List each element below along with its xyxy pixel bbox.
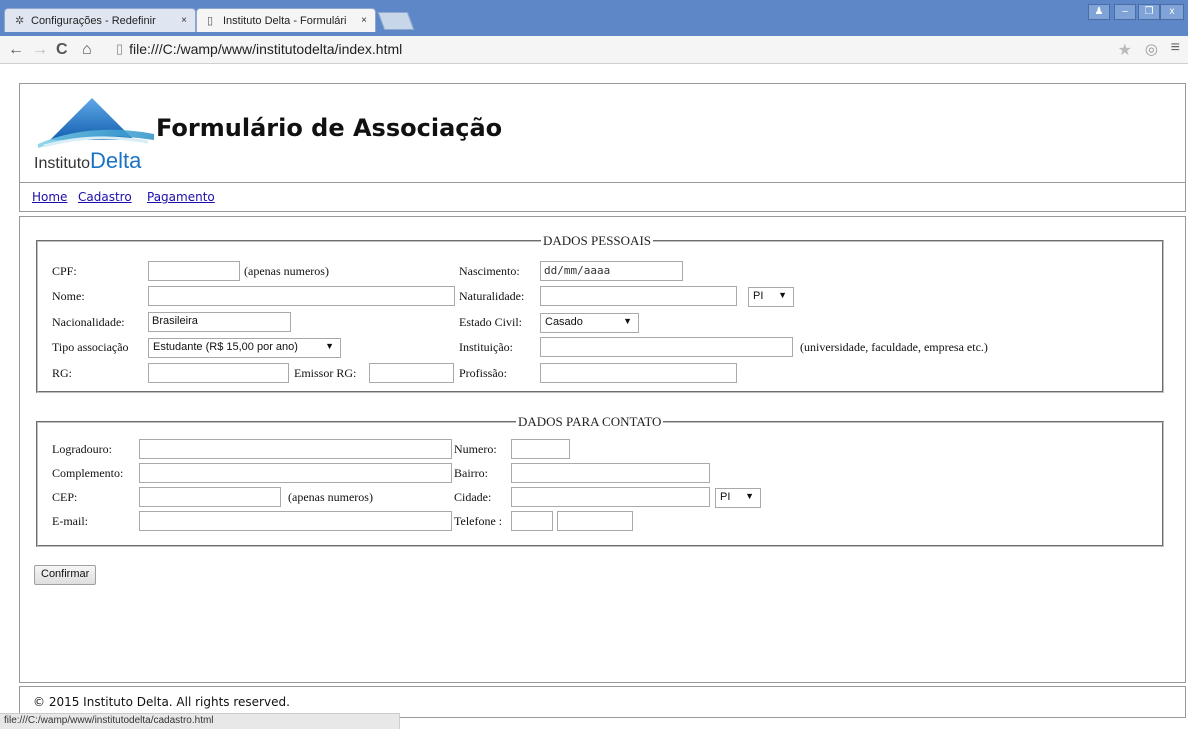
star-icon[interactable]: ★ <box>1118 40 1132 60</box>
email-input[interactable] <box>139 511 452 531</box>
page-title: Formulário de Associação <box>156 114 503 142</box>
chevron-down-icon: ▼ <box>745 491 754 501</box>
profissao-label: Profissão: <box>459 366 507 380</box>
forward-icon[interactable]: → <box>32 40 48 60</box>
complemento-label: Complemento: <box>52 466 124 480</box>
fieldset-dados-pessoais: DADOS PESSOAIS CPF: (apenas numeros) Nas… <box>36 233 1164 393</box>
nav-link-home[interactable]: Home <box>32 190 67 204</box>
estado-civil-label: Estado Civil: <box>459 315 522 329</box>
rg-label: RG: <box>52 366 73 380</box>
user-icon[interactable]: ♟ <box>1088 4 1110 20</box>
chevron-down-icon: ▼ <box>325 341 334 351</box>
chevron-down-icon: ▼ <box>778 290 787 300</box>
cep-input[interactable] <box>139 487 281 507</box>
logo: InstitutoDelta <box>30 92 160 173</box>
status-bar-url: file:///C:/wamp/www/institutodelta/cadas… <box>0 713 400 729</box>
logradouro-label: Logradouro: <box>52 442 112 456</box>
site-header: InstitutoDelta Formulário de Associação <box>19 83 1186 187</box>
footer-copyright: © 2015 Instituto Delta. All rights reser… <box>33 695 290 709</box>
tab-configuracoes[interactable]: ✲ Configurações - Redefinir × <box>4 8 196 32</box>
complemento-input[interactable] <box>139 463 452 483</box>
back-icon[interactable]: ← <box>8 40 24 60</box>
naturalidade-input[interactable] <box>540 286 737 306</box>
emissor-rg-input[interactable] <box>369 363 454 383</box>
legend-dados-contato: DADOS PARA CONTATO <box>516 414 664 430</box>
extension-icon[interactable]: ◎ <box>1145 40 1158 58</box>
close-icon[interactable]: × <box>181 15 187 26</box>
cpf-label: CPF: <box>52 264 77 278</box>
cpf-input[interactable] <box>148 261 240 281</box>
cpf-hint: (apenas numeros) <box>244 264 329 278</box>
numero-input[interactable] <box>511 439 570 459</box>
page-icon: ▯ <box>207 15 214 27</box>
tab-label: Configurações - Redefinir <box>31 14 156 27</box>
bairro-input[interactable] <box>511 463 710 483</box>
naturalidade-label: Naturalidade: <box>459 289 525 303</box>
restore-button[interactable]: ❐ <box>1138 4 1160 20</box>
address-bar[interactable]: ▯ file:///C:/wamp/www/institutodelta/ind… <box>116 38 1136 60</box>
tipo-associacao-label: Tipo associação <box>52 340 129 354</box>
cep-hint: (apenas numeros) <box>288 490 373 504</box>
gear-icon: ✲ <box>15 15 25 27</box>
telefone-numero-input[interactable] <box>557 511 633 531</box>
nascimento-label: Nascimento: <box>459 264 520 278</box>
nav-link-cadastro[interactable]: Cadastro <box>78 190 132 204</box>
email-label: E-mail: <box>52 514 88 528</box>
page-icon: ▯ <box>116 41 124 56</box>
instituicao-label: Instituição: <box>459 340 513 354</box>
numero-label: Numero: <box>454 442 497 456</box>
cep-label: CEP: <box>52 490 78 504</box>
telefone-ddd-input[interactable] <box>511 511 553 531</box>
tab-instituto-delta[interactable]: ▯ Instituto Delta - Formulári × <box>196 8 376 32</box>
browser-titlebar: ✲ Configurações - Redefinir × ▯ Institut… <box>0 0 1188 36</box>
telefone-label: Telefone : <box>454 514 503 528</box>
page-content: InstitutoDelta Formulário de Associação … <box>0 64 1188 729</box>
tab-label: Instituto Delta - Formulári <box>223 14 347 27</box>
cidade-uf-select[interactable]: PI ▼ <box>715 488 761 508</box>
delta-logo-icon <box>38 98 154 148</box>
bairro-label: Bairro: <box>454 466 488 480</box>
new-tab-button[interactable] <box>377 12 415 30</box>
minimize-button[interactable]: – <box>1114 4 1136 20</box>
confirmar-button[interactable]: Confirmar <box>34 565 97 585</box>
profissao-input[interactable] <box>540 363 737 383</box>
nome-input[interactable] <box>148 286 455 306</box>
cidade-label: Cidade: <box>454 490 492 504</box>
nav-link-pagamento[interactable]: Pagamento <box>147 190 215 204</box>
logo-text: InstitutoDelta <box>34 148 142 173</box>
reload-icon[interactable]: C <box>56 40 68 60</box>
chevron-down-icon: ▼ <box>623 316 632 326</box>
fieldset-dados-contato: DADOS PARA CONTATO Logradouro: Numero: C… <box>36 414 1164 547</box>
nav-bar: Home Cadastro Pagamento <box>19 182 1186 212</box>
cidade-input[interactable] <box>511 487 710 507</box>
home-icon[interactable]: ⌂ <box>82 40 92 60</box>
nacionalidade-label: Nacionalidade: <box>52 315 125 329</box>
legend-dados-pessoais: DADOS PESSOAIS <box>541 233 653 249</box>
estado-civil-select[interactable]: Casado ▼ <box>540 313 639 333</box>
naturalidade-uf-select[interactable]: PI ▼ <box>748 287 794 307</box>
nascimento-input[interactable]: dd/mm/aaaa <box>540 261 683 281</box>
browser-toolbar: ← → C ⌂ ▯ file:///C:/wamp/www/institutod… <box>0 36 1188 64</box>
tipo-associacao-select[interactable]: Estudante (R$ 15,00 por ano) ▼ <box>148 338 341 358</box>
nacionalidade-input[interactable]: Brasileira <box>148 312 291 332</box>
instituicao-input[interactable] <box>540 337 793 357</box>
menu-icon[interactable]: ≡ <box>1171 39 1180 57</box>
window-close-button[interactable]: x <box>1160 4 1184 20</box>
emissor-rg-label: Emissor RG: <box>294 366 357 380</box>
nome-label: Nome: <box>52 289 85 303</box>
address-url: file:///C:/wamp/www/institutodelta/index… <box>129 41 403 57</box>
close-icon[interactable]: × <box>361 15 367 26</box>
instituicao-hint: (universidade, faculdade, empresa etc.) <box>800 340 988 354</box>
logradouro-input[interactable] <box>139 439 452 459</box>
main-content: DADOS PESSOAIS CPF: (apenas numeros) Nas… <box>19 216 1186 683</box>
rg-input[interactable] <box>148 363 289 383</box>
